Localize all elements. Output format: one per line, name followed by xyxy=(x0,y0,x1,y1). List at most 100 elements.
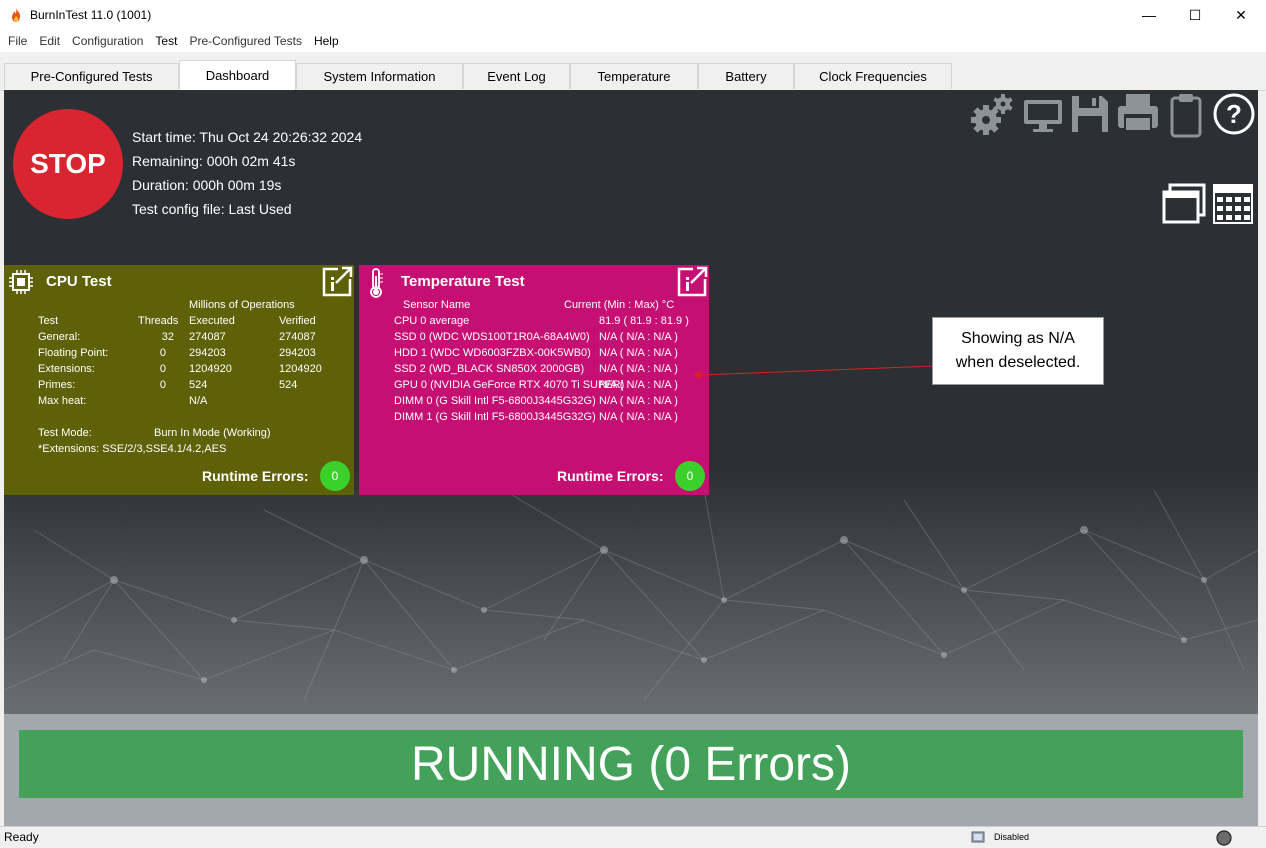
tab-preconfigured-tests[interactable]: Pre-Configured Tests xyxy=(4,63,179,89)
printer-icon[interactable] xyxy=(1116,92,1160,136)
col-test: Test xyxy=(38,315,59,327)
col-verified: Verified xyxy=(279,315,316,327)
row-verified: 524 xyxy=(279,379,298,391)
windows-view-icon[interactable] xyxy=(1162,183,1208,225)
running-status-area: RUNNING (0 Errors) xyxy=(4,714,1258,826)
tab-clock-frequencies[interactable]: Clock Frequencies xyxy=(794,63,952,89)
sensor-name: CPU 0 average xyxy=(394,315,470,327)
thermometer-icon xyxy=(370,268,383,298)
row-threads: 0 xyxy=(159,347,166,359)
test-mode-label: Test Mode: xyxy=(38,427,92,439)
sensor-name: GPU 0 (NVIDIA GeForce RTX 4070 Ti SUPER) xyxy=(394,379,625,391)
menu-bar: File Edit Configuration Test Pre-Configured … xyxy=(0,30,1266,52)
flame-app-icon xyxy=(12,8,20,22)
col-threads: Threads xyxy=(138,315,179,327)
sensor-value: N/A ( N/A : N/A ) xyxy=(599,331,678,343)
tab-event-log[interactable]: Event Log xyxy=(463,63,570,89)
sensor-value: 81.9 ( 81.9 : 81.9 ) xyxy=(599,315,689,327)
callout-arrow xyxy=(693,365,935,379)
row-executed: N/A xyxy=(189,395,208,407)
sensor-value: N/A ( N/A : N/A ) xyxy=(599,379,678,391)
window-title: BurnInTest 11.0 (1001) xyxy=(30,8,152,22)
row-threads: 32 xyxy=(161,331,174,343)
col-executed: Executed xyxy=(189,315,235,327)
dashboard-panel: STOP Start time: Thu Oct 24 20:26:32 202… xyxy=(4,90,1258,714)
popout-icon[interactable] xyxy=(677,265,709,297)
extensions-note: *Extensions: SSE/2/3,SSE4.1/4.2,AES xyxy=(38,443,227,455)
sensor-name: DIMM 1 (G Skill Intl F5-6800J3445G32G) xyxy=(394,411,596,423)
tab-dashboard[interactable]: Dashboard xyxy=(179,60,296,90)
gears-icon[interactable] xyxy=(970,92,1016,136)
temperature-test-card: Temperature Test Sensor Name Current (Mi… xyxy=(359,265,709,495)
row-verified: 294203 xyxy=(279,347,316,359)
row-executed: 524 xyxy=(189,379,208,391)
status-ready-text: Ready xyxy=(4,830,39,844)
runtime-errors-label: Runtime Errors: xyxy=(557,468,664,484)
runtime-errors-badge: 0 xyxy=(675,461,705,491)
menu-edit[interactable]: Edit xyxy=(33,30,66,52)
sensor-value: N/A ( N/A : N/A ) xyxy=(599,347,678,359)
popout-icon[interactable] xyxy=(322,265,354,297)
menu-help[interactable]: Help xyxy=(308,30,345,52)
tab-system-information[interactable]: System Information xyxy=(296,63,463,89)
tab-temperature[interactable]: Temperature xyxy=(570,63,698,89)
menu-configuration[interactable]: Configuration xyxy=(66,30,149,52)
menu-file[interactable]: File xyxy=(2,30,33,52)
row-test-name: General: xyxy=(38,331,81,343)
callout-line-2: when deselected. xyxy=(955,354,1081,371)
svg-text:?: ? xyxy=(1226,99,1242,129)
callout-line-1: Showing as N/A xyxy=(961,330,1075,347)
close-button[interactable]: ✕ xyxy=(1218,0,1264,30)
row-test-name: Extensions: xyxy=(38,363,95,375)
config-file-text: Test config file: Last Used xyxy=(132,201,292,217)
row-executed: 274087 xyxy=(189,331,226,343)
row-verified: 1204920 xyxy=(279,363,322,375)
row-test-name: Floating Point: xyxy=(38,347,109,359)
save-icon[interactable] xyxy=(1070,92,1110,136)
help-icon[interactable]: ? xyxy=(1212,92,1256,136)
menu-test[interactable]: Test xyxy=(149,30,183,52)
status-disabled-text: Disabled xyxy=(994,832,1030,842)
duration-text: Duration: 000h 00m 19s xyxy=(132,177,282,193)
row-executed: 1204920 xyxy=(189,363,232,375)
tab-battery[interactable]: Battery xyxy=(698,63,794,89)
row-threads: 0 xyxy=(159,379,166,391)
menu-preconfigured-tests[interactable]: Pre-Configured Tests xyxy=(183,30,308,52)
cpu-chip-icon xyxy=(9,270,33,294)
status-bar: Ready Disabled xyxy=(0,826,1266,848)
remaining-text: Remaining: 000h 02m 41s xyxy=(132,153,296,169)
col-current: Current (Min : Max) °C xyxy=(564,299,675,311)
row-test-name: Primes: xyxy=(38,379,76,391)
annotation-callout: Showing as N/A when deselected. xyxy=(932,317,1104,385)
millions-ops-header: Millions of Operations xyxy=(189,299,295,311)
test-mode-value: Burn In Mode (Working) xyxy=(154,427,271,439)
runtime-errors-label: Runtime Errors: xyxy=(202,468,309,484)
row-threads: 0 xyxy=(159,363,166,375)
tab-bar: Pre-Configured Tests Dashboard System In… xyxy=(0,52,1266,91)
clipboard-icon[interactable] xyxy=(1168,92,1204,138)
sensor-value: N/A ( N/A : N/A ) xyxy=(599,363,678,375)
sensor-name: SSD 0 (WDC WDS100T1R0A-68A4W0) xyxy=(394,331,590,343)
sensor-name: HDD 1 (WDC WD6003FZBX-00K5WB0) xyxy=(394,347,591,359)
sensor-value: N/A ( N/A : N/A ) xyxy=(599,395,678,407)
start-time-text: Start time: Thu Oct 24 20:26:32 2024 xyxy=(132,129,363,145)
sensor-value: N/A ( N/A : N/A ) xyxy=(599,411,678,423)
title-bar: BurnInTest 11.0 (1001) — ☐ ✕ xyxy=(0,0,1266,30)
row-executed: 294203 xyxy=(189,347,226,359)
sensor-name: SSD 2 (WD_BLACK SN850X 2000GB) xyxy=(394,363,585,375)
row-verified: 274087 xyxy=(279,331,316,343)
grid-view-icon[interactable] xyxy=(1212,183,1254,225)
running-status-banner: RUNNING (0 Errors) xyxy=(19,730,1243,798)
temp-card-title: Temperature Test xyxy=(401,273,525,290)
col-sensor-name: Sensor Name xyxy=(403,299,471,311)
status-indicator-icon xyxy=(1216,830,1232,846)
stop-button[interactable]: STOP xyxy=(13,109,123,219)
minimize-button[interactable]: — xyxy=(1126,0,1172,30)
monitor-icon[interactable] xyxy=(1022,92,1064,136)
runtime-errors-badge: 0 xyxy=(320,461,350,491)
maximize-button[interactable]: ☐ xyxy=(1172,0,1218,30)
cpu-test-card: CPU Test Millions of Operations Test Thr… xyxy=(4,265,354,495)
row-test-name: Max heat: xyxy=(38,395,87,407)
network-background-image xyxy=(4,470,1258,714)
network-status-icon xyxy=(971,831,985,843)
